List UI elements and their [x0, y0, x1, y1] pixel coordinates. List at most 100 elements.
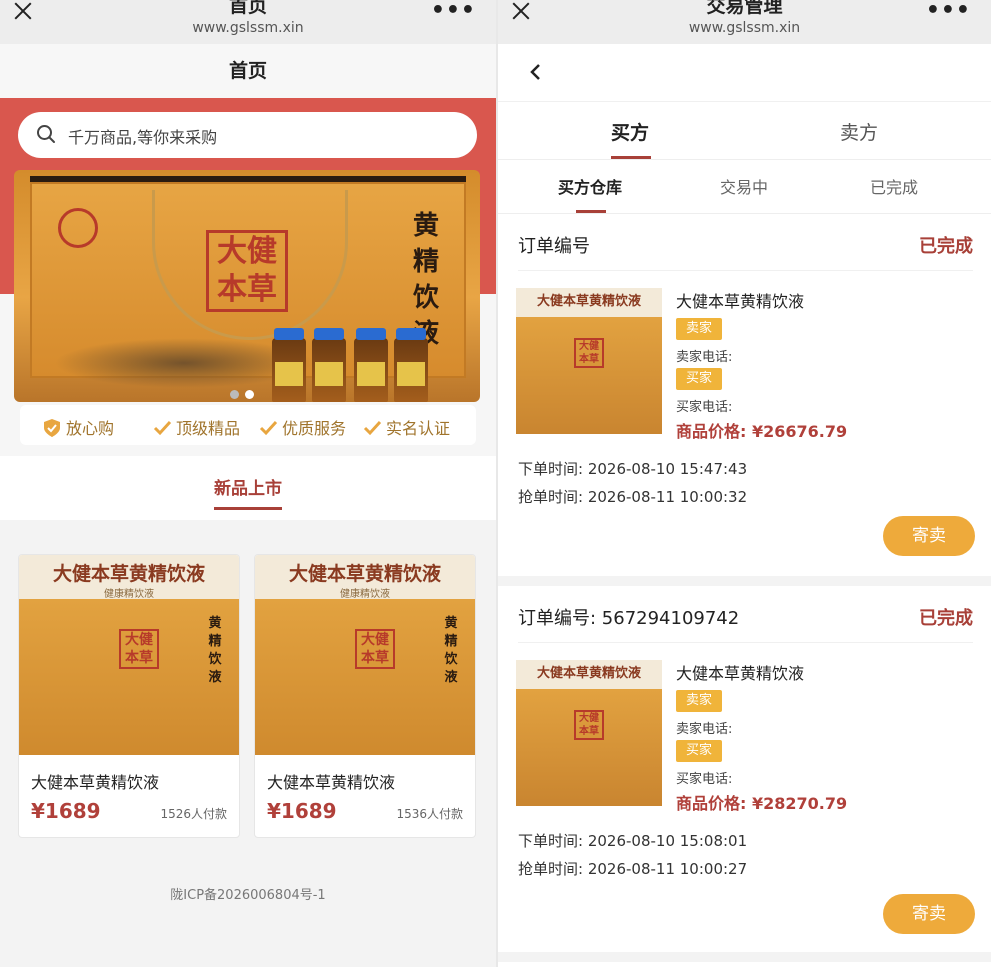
carousel-dot[interactable] [230, 390, 239, 399]
wechat-top-bar: 首页 www.gslssm.xin ••• [0, 0, 496, 44]
tab-buyer[interactable]: 买方 [611, 118, 649, 145]
product-grid: 大健本草黄精饮液 健康精饮液 大健本草 黄精饮液 大健本草黄精饮液 ¥1689 … [0, 520, 496, 858]
carousel-dot-active[interactable] [245, 390, 254, 399]
wechat-title: 交易管理 [706, 0, 783, 17]
badge-label: 顶级精品 [176, 419, 241, 438]
more-icon[interactable]: ••• [431, 0, 476, 22]
order-status: 已完成 [919, 608, 973, 629]
product-stamp: 大健本草 [355, 629, 395, 669]
carousel-dots[interactable] [230, 384, 260, 403]
banner-stamp: 大健本草 [206, 230, 288, 312]
product-image-subtitle: 健康精饮液 [340, 589, 390, 600]
check-icon [363, 420, 382, 436]
check-icon [153, 420, 172, 436]
product-card[interactable]: 大健本草黄精饮液 健康精饮液 大健本草 黄精饮液 大健本草黄精饮液 ¥1689 … [254, 554, 476, 838]
icp-footer[interactable]: 陇ICP备2026006804号-1 [0, 858, 496, 967]
trust-badges: 放心购 顶级精品 优质服务 实名认证 [20, 405, 476, 445]
role-tabs: 买方 卖方 [498, 102, 991, 160]
nav-bar [498, 44, 991, 102]
product-image-subtitle: 健康精饮液 [104, 589, 154, 600]
subtab-buyer-warehouse[interactable]: 买方仓库 [558, 174, 622, 198]
subtab-active-indicator [576, 210, 606, 213]
product-paid-count: 1536人付款 [396, 807, 463, 821]
more-icon[interactable]: ••• [926, 0, 971, 22]
product-vertical-text: 黄精饮液 [444, 616, 458, 685]
status-subtabs: 买方仓库 交易中 已完成 [498, 160, 991, 214]
badge-label: 放心购 [66, 419, 115, 438]
product-name: 大健本草黄精饮液 [31, 773, 160, 792]
badge-label: 优质服务 [282, 419, 347, 438]
badge-item: 实名认证 [362, 415, 450, 439]
product-vertical-text: 黄精饮液 [208, 616, 222, 685]
order-product-name: 大健本草黄精饮液 [676, 664, 805, 683]
order-time: 下单时间: 2026-08-10 15:47:43 [518, 460, 748, 478]
product-image: 大健本草黄精饮液 健康精饮液 大健本草 黄精饮液 [255, 555, 475, 755]
grab-time: 抢单时间: 2026-08-11 10:00:32 [518, 488, 748, 506]
brand-logo-icon [58, 208, 98, 248]
shield-check-icon [44, 419, 60, 437]
grab-time: 抢单时间: 2026-08-11 10:00:27 [518, 860, 748, 878]
order-image-stamp: 大健本草 [574, 710, 604, 740]
product-stamp: 大健本草 [119, 629, 159, 669]
trade-management-panel: 交易管理 www.gslssm.xin ••• 买方 卖方 买方仓库 交易中 已… [498, 0, 991, 967]
order-product-image[interactable]: 大健本草黄精饮液 大健本草 [516, 660, 662, 806]
tab-seller[interactable]: 卖方 [840, 118, 878, 145]
buyer-tag: 买家 [676, 368, 722, 390]
order-number: 订单编号 [518, 236, 590, 257]
resell-button[interactable]: 寄卖 [883, 516, 975, 556]
product-image: 大健本草黄精饮液 健康精饮液 大健本草 黄精饮液 [19, 555, 239, 755]
product-image-title: 大健本草黄精饮液 [288, 563, 441, 585]
banner-image[interactable]: 大健本草 黄精饮液 [14, 170, 480, 402]
seller-tag: 卖家 [676, 690, 722, 712]
order-product-image[interactable]: 大健本草黄精饮液 大健本草 [516, 288, 662, 434]
order-status: 已完成 [919, 236, 973, 257]
bottle-image [394, 328, 428, 402]
buyer-phone-label: 买家电话: [676, 400, 733, 415]
section-title[interactable]: 新品上市 [214, 474, 282, 510]
order-card: 订单编号 已完成 大健本草黄精饮液 大健本草 大健本草黄精饮液 卖家 卖家电话:… [498, 214, 991, 586]
order-product-name: 大健本草黄精饮液 [676, 292, 805, 311]
order-image-title: 大健本草黄精饮液 [536, 666, 641, 681]
resell-button[interactable]: 寄卖 [883, 894, 975, 934]
bottle-image [312, 328, 346, 402]
badge-item: 顶级精品 [152, 415, 240, 439]
order-card: 订单编号: 567294109742 已完成 大健本草黄精饮液 大健本草 大健本… [498, 586, 991, 962]
close-icon[interactable] [12, 0, 34, 22]
seller-phone-label: 卖家电话: [676, 722, 733, 737]
divider [518, 270, 973, 271]
badge-item: 放心购 [42, 415, 114, 439]
bottle-image [272, 328, 306, 402]
buyer-phone-label: 买家电话: [676, 772, 733, 787]
home-panel: 首页 www.gslssm.xin ••• 首页 千万商品,等你来采购 大健本草… [0, 0, 496, 967]
order-price: 商品价格: ¥26676.79 [676, 422, 848, 441]
new-arrivals-header: 新品上市 [0, 456, 496, 520]
wechat-url: www.gslssm.xin [192, 20, 304, 36]
page-title: 首页 [0, 44, 496, 98]
order-time: 下单时间: 2026-08-10 15:08:01 [518, 832, 748, 850]
badge-item: 优质服务 [258, 415, 346, 439]
subtab-completed[interactable]: 已完成 [870, 174, 918, 198]
product-image-title: 大健本草黄精饮液 [52, 563, 205, 585]
product-paid-count: 1526人付款 [160, 807, 227, 821]
close-icon[interactable] [510, 0, 532, 22]
wechat-url: www.gslssm.xin [688, 20, 801, 36]
search-placeholder: 千万商品,等你来采购 [68, 128, 218, 147]
wechat-top-bar: 交易管理 www.gslssm.xin ••• [498, 0, 991, 44]
seller-phone-label: 卖家电话: [676, 350, 733, 365]
tab-active-indicator [611, 156, 651, 159]
order-number: 订单编号: 567294109742 [518, 608, 740, 629]
subtab-in-trade[interactable]: 交易中 [720, 174, 768, 198]
order-image-title: 大健本草黄精饮液 [536, 294, 641, 309]
divider [518, 642, 973, 643]
product-price: ¥1689 [267, 799, 337, 823]
search-input[interactable]: 千万商品,等你来采购 [18, 112, 477, 158]
wechat-title: 首页 [228, 0, 267, 17]
bottle-image [354, 328, 388, 402]
product-name: 大健本草黄精饮液 [267, 773, 396, 792]
order-image-stamp: 大健本草 [574, 338, 604, 368]
product-card[interactable]: 大健本草黄精饮液 健康精饮液 大健本草 黄精饮液 大健本草黄精饮液 ¥1689 … [18, 554, 240, 838]
check-icon [259, 420, 278, 436]
badge-label: 实名认证 [386, 419, 451, 438]
seller-tag: 卖家 [676, 318, 722, 340]
back-icon[interactable] [526, 62, 546, 82]
